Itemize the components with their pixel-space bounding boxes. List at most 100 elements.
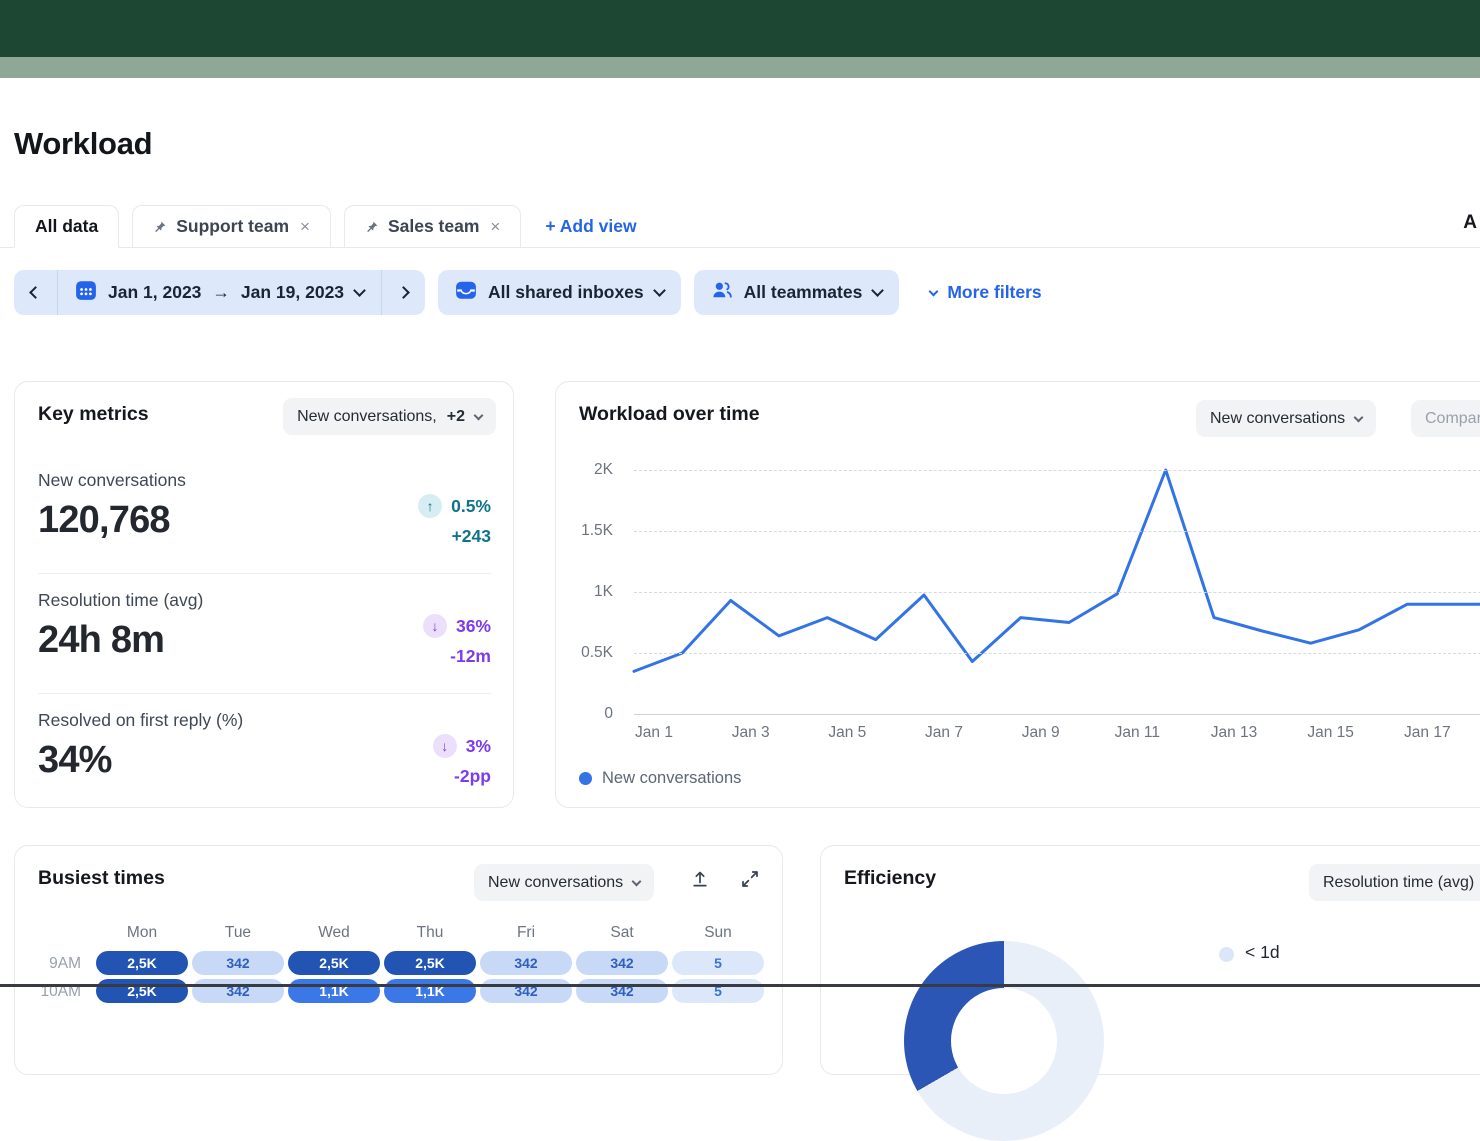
inbox-icon <box>455 279 477 306</box>
chevron-down-icon <box>871 284 884 297</box>
heatmap-cell: 342 <box>192 951 284 975</box>
export-button[interactable] <box>687 868 713 894</box>
clipped-right-control[interactable]: A <box>1463 212 1477 234</box>
card-title: Workload over time <box>579 403 760 426</box>
metric-label: Resolved on first reply (%) <box>38 710 491 731</box>
workload-plot <box>634 470 1480 714</box>
close-icon[interactable]: × <box>300 217 310 237</box>
y-tick-label: 1.5K <box>581 522 613 540</box>
key-metrics-selector[interactable]: New conversations, +2 <box>283 398 496 435</box>
busiest-times-card: Busiest times New conversations MonTueWe… <box>14 845 783 1075</box>
heatmap-cell: 5 <box>672 951 764 975</box>
tab-support-team[interactable]: Support team × <box>132 205 331 248</box>
workload-legend: New conversations <box>579 769 741 788</box>
pin-icon <box>365 220 379 234</box>
pin-icon <box>153 220 167 234</box>
x-tick-label: Jan 17 <box>1404 724 1451 742</box>
chevron-right-icon <box>397 286 410 299</box>
metric-delta: -12m <box>423 646 491 667</box>
compare-button[interactable]: Compare <box>1411 400 1480 437</box>
metric-value: 34% <box>38 739 491 782</box>
expand-button[interactable] <box>737 868 763 894</box>
x-tick-label: Jan 5 <box>828 724 866 742</box>
metric-pct: 3% <box>466 736 491 757</box>
card-title: Key metrics <box>38 403 149 426</box>
metric-change: ↓36% -12m <box>423 614 491 667</box>
metric-pct: 0.5% <box>451 496 491 517</box>
secondary-top-bar <box>0 57 1480 78</box>
x-tick-label: Jan 11 <box>1115 724 1160 742</box>
heatmap-day-header: Sun <box>672 924 764 942</box>
add-view-button[interactable]: + Add view <box>545 205 636 248</box>
teammates-icon <box>711 279 733 306</box>
heatmap-day-header: Tue <box>192 924 284 942</box>
chevron-down-icon <box>632 876 642 886</box>
heatmap-day-header: Sat <box>576 924 668 942</box>
heatmap-row-label: 9AM <box>21 955 81 973</box>
inboxes-filter[interactable]: All shared inboxes <box>438 270 681 315</box>
heatmap-cell: 2,5K <box>288 951 380 975</box>
metric-change: ↓ 3% -2pp <box>433 734 491 787</box>
filter-bar: Jan 1, 2023 → Jan 19, 2023 All shared in… <box>14 270 1042 315</box>
x-tick-label: Jan 3 <box>732 724 770 742</box>
tab-sales-team[interactable]: Sales team × <box>344 205 521 248</box>
new-conversations-line <box>634 470 1480 671</box>
efficiency-metric-selector[interactable]: Resolution time (avg) <box>1309 864 1480 901</box>
close-icon[interactable]: × <box>490 217 500 237</box>
metric-row-resolved-first-reply: Resolved on first reply (%) 34% ↓ 3% -2pp <box>38 710 491 820</box>
y-tick-label: 1K <box>594 583 613 601</box>
gridline <box>634 531 1480 532</box>
selector-label: New conversations <box>1210 410 1345 428</box>
date-prev-button[interactable] <box>14 270 57 315</box>
legend-dot <box>1219 947 1234 962</box>
date-next-button[interactable] <box>382 270 425 315</box>
busiest-metric-selector[interactable]: New conversations <box>474 864 654 901</box>
legend-label: < 1d <box>1245 942 1280 963</box>
workload-metric-selector[interactable]: New conversations <box>1196 400 1376 437</box>
metric-row-new-conversations: New conversations 120,768 ↑0.5% +243 <box>38 470 491 580</box>
chevron-down-icon <box>474 410 484 420</box>
efficiency-donut-chart <box>904 941 1104 1141</box>
x-tick-label: Jan 7 <box>925 724 963 742</box>
page-title: Workload <box>14 126 152 162</box>
calendar-icon <box>75 279 97 306</box>
metric-change: ↑0.5% +243 <box>418 494 491 547</box>
teammates-label: All teammates <box>744 282 863 303</box>
top-navigation-bar <box>0 0 1480 57</box>
expand-icon <box>740 869 760 894</box>
heatmap-cell: 2,5K <box>96 979 188 1003</box>
workload-y-axis: 2K1.5K1K0.5K0 <box>556 470 613 714</box>
metric-pct: 36% <box>456 616 491 637</box>
chevron-left-icon <box>29 286 42 299</box>
gridline <box>634 592 1480 593</box>
selector-label: Resolution time (avg) <box>1323 874 1474 892</box>
tab-all-data[interactable]: All data <box>14 205 119 248</box>
view-tabs: All data Support team × Sales team × + A… <box>14 205 637 248</box>
metric-delta: -2pp <box>433 766 491 787</box>
legend-dot <box>579 772 592 785</box>
chevron-down-icon <box>353 284 366 297</box>
metric-label: Resolution time (avg) <box>38 590 491 611</box>
heatmap-day-header: Mon <box>96 924 188 942</box>
selector-label: New conversations <box>488 874 623 892</box>
heatmap-day-header: Fri <box>480 924 572 942</box>
date-end: Jan 19, 2023 <box>241 282 344 303</box>
gridline <box>634 714 1480 715</box>
selector-badge: +2 <box>447 408 465 426</box>
x-tick-label: Jan 1 <box>635 724 673 742</box>
teammates-filter[interactable]: All teammates <box>694 270 900 315</box>
inboxes-label: All shared inboxes <box>488 282 644 303</box>
y-tick-label: 2K <box>594 461 613 479</box>
heatmap-cell: 342 <box>192 979 284 1003</box>
down-arrow-icon: ↓ <box>433 734 457 758</box>
workload-over-time-card: Workload over time New conversations Com… <box>555 381 1480 808</box>
date-range-button[interactable]: Jan 1, 2023 → Jan 19, 2023 <box>58 279 381 306</box>
more-filters-button[interactable]: More filters <box>930 282 1041 303</box>
tab-label: Sales team <box>388 216 479 237</box>
metric-row-resolution-time: Resolution time (avg) 24h 8m ↓36% -12m <box>38 590 491 700</box>
view-tabs-row: All data Support team × Sales team × + A… <box>0 204 1480 248</box>
divider <box>38 693 491 694</box>
heatmap-cell: 342 <box>480 951 572 975</box>
workload-x-labels: Jan 1Jan 3Jan 5Jan 7Jan 9Jan 11Jan 13Jan… <box>634 724 1480 744</box>
y-tick-label: 0.5K <box>581 644 613 662</box>
